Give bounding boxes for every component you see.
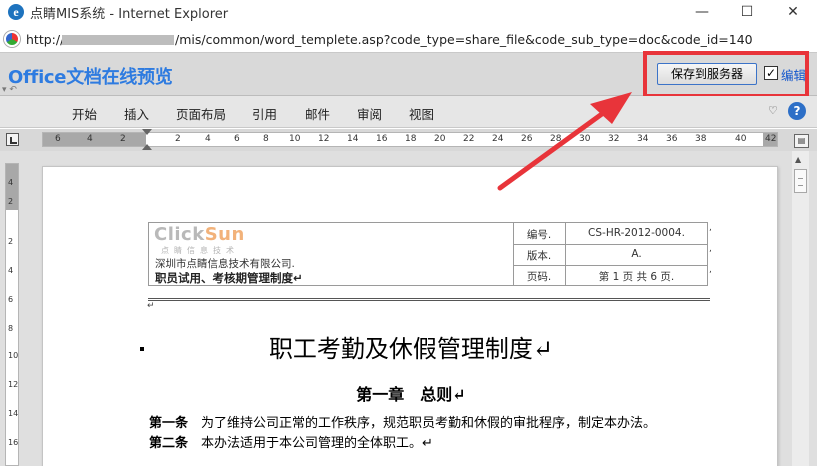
document-canvas: 4 2 2 4 6 8 10 12 14 16 ClickSun 点睛信息技术 …: [0, 151, 817, 466]
tab-home[interactable]: 开始: [72, 104, 97, 123]
ribbon-minimize-icon[interactable]: ♡: [768, 104, 778, 117]
cell-end-mark: ,: [709, 265, 712, 275]
ruler-bar: 6 4 2 2 4 6 8 10 12 14 16 18 20 22 24 26…: [0, 129, 817, 151]
article-paragraph: 第一条 为了维持公司正常的工作秩序，规范职员考勤和休假的审批程序，制定本办法。: [149, 412, 656, 431]
cell-end-mark: ,: [709, 223, 712, 233]
header-rule: [148, 298, 710, 299]
ruler-number: 6: [234, 134, 240, 144]
logo-tagline: 点睛信息技术: [161, 246, 239, 255]
annotation-highlight-box: [643, 51, 809, 98]
document-page[interactable]: ClickSun 点睛信息技术 深圳市点睛信息技术有限公司. 职员试用、考核期管…: [42, 166, 778, 466]
logo-text-click: Click: [154, 224, 205, 245]
tab-insert[interactable]: 插入: [124, 104, 149, 123]
window-title: 点睛MIS系统 - Internet Explorer: [30, 7, 229, 22]
ruler-number: 12: [318, 134, 330, 144]
hanging-indent-marker[interactable]: [142, 144, 152, 150]
ruler-number: 26: [521, 134, 533, 144]
ruler-number: 20: [434, 134, 446, 144]
ruler-number: 6: [55, 134, 61, 144]
ruler-number: 40: [735, 134, 747, 144]
document-title: 职工考勤及休假管理制度↵: [268, 335, 554, 363]
company-name: 深圳市点睛信息技术有限公司.: [155, 258, 295, 270]
vertical-scrollbar[interactable]: ▲: [792, 151, 809, 466]
vruler-number: 4: [8, 266, 14, 275]
ruler-number: 10: [289, 134, 301, 144]
vruler-number: 12: [8, 380, 19, 389]
ruler-number: 34: [637, 134, 649, 144]
minimize-button[interactable]: —: [679, 0, 725, 25]
tab-view[interactable]: 视图: [409, 104, 434, 123]
tab-page-layout[interactable]: 页面布局: [176, 104, 226, 123]
view-ruler-icon[interactable]: ▤: [794, 134, 809, 148]
tab-references[interactable]: 引用: [252, 104, 277, 123]
tab-mailings[interactable]: 邮件: [305, 104, 330, 123]
article-paragraph: 第二条 本办法适用于本公司管理的全体职工。↵: [149, 432, 433, 451]
scrollbar-thumb[interactable]: [794, 169, 807, 193]
quick-access-toolbar[interactable]: ▾ ↶: [2, 85, 17, 95]
ie-logo-icon: e: [8, 4, 24, 20]
table-divider: [513, 265, 707, 266]
ruler-number: 22: [463, 134, 475, 144]
ribbon-tabs: 开始 插入 页面布局 引用 邮件 审阅 视图 ♡ ?: [0, 96, 817, 128]
scroll-up-icon[interactable]: ▲: [795, 155, 801, 164]
url-path: /mis/common/word_templete.asp?code_type=…: [175, 32, 753, 47]
ruler-number: 4: [87, 134, 93, 144]
tab-review[interactable]: 审阅: [357, 104, 382, 123]
ruler-number: 8: [263, 134, 269, 144]
ruler-number: 36: [666, 134, 678, 144]
doc-number-value: CS-HR-2012-0004.: [588, 227, 685, 239]
ruler-number: 42: [765, 134, 777, 144]
ruler-number: 4: [205, 134, 211, 144]
ruler-number: 18: [405, 134, 417, 144]
ruler-number: 32: [608, 134, 620, 144]
url-prefix: http://: [26, 32, 65, 47]
article-text: 为了维持公司正常的工作秩序，规范职员考勤和休假的审批程序，制定本办法。: [188, 416, 657, 431]
document-name: 职员试用、考核期管理制度↵: [155, 271, 303, 285]
vruler-number: 10: [8, 351, 19, 360]
table-divider: [513, 244, 707, 245]
vruler-number: 14: [8, 409, 19, 418]
ruler-number: 24: [492, 134, 504, 144]
vruler-number: 2: [8, 237, 14, 246]
window-titlebar: e 点睛MIS系统 - Internet Explorer — ☐ ✕: [0, 0, 817, 25]
article-number: 第一条: [149, 416, 189, 431]
page-title: Office文档在线预览: [8, 67, 173, 88]
doc-version-value: A.: [631, 248, 642, 260]
ruler-number: 38: [695, 134, 707, 144]
article-text: 本办法适用于本公司管理的全体职工。↵: [188, 436, 433, 451]
first-line-indent-marker[interactable]: [142, 129, 152, 135]
header-rule: [148, 300, 710, 301]
help-icon[interactable]: ?: [788, 102, 806, 120]
vruler-number: 6: [8, 295, 14, 304]
vruler-number: 2: [8, 197, 14, 206]
ruler-number: 2: [120, 134, 126, 144]
vruler-number: 8: [8, 324, 14, 333]
vruler-number: 4: [8, 178, 14, 187]
tab-stop-selector-icon[interactable]: [6, 133, 19, 146]
doc-page-value: 第 1 页 共 6 页.: [598, 271, 675, 283]
doc-number-label: 编号.: [526, 229, 552, 241]
page-favicon-icon: [4, 31, 20, 47]
vertical-ruler[interactable]: 4 2 2 4 6 8 10 12 14 16: [5, 163, 19, 466]
ruler-number: 30: [579, 134, 591, 144]
doc-page-label: 页码.: [526, 271, 552, 283]
ruler-number: 28: [550, 134, 562, 144]
ruler-number: 14: [347, 134, 359, 144]
article-number: 第二条: [149, 436, 189, 451]
horizontal-ruler[interactable]: 6 4 2 2 4 6 8 10 12 14 16 18 20 22 24 26…: [42, 132, 778, 147]
maximize-button[interactable]: ☐: [724, 0, 770, 25]
vruler-number: 16: [8, 438, 19, 447]
chapter-heading: 第一章 总则↵: [356, 385, 466, 404]
doc-version-label: 版本.: [526, 250, 552, 262]
paragraph-mark: ↵: [147, 301, 155, 311]
url-redacted-host: [62, 35, 174, 45]
cell-end-mark: ,: [709, 244, 712, 254]
ruler-number: 2: [175, 134, 181, 144]
ruler-number: 16: [376, 134, 388, 144]
close-button[interactable]: ✕: [770, 0, 816, 25]
company-logo: ClickSun: [154, 224, 245, 245]
address-bar[interactable]: http:// /mis/common/word_templete.asp?co…: [0, 25, 817, 53]
logo-text-sun: Sun: [204, 224, 245, 245]
document-header-table: ClickSun 点睛信息技术 深圳市点睛信息技术有限公司. 职员试用、考核期管…: [148, 222, 708, 286]
